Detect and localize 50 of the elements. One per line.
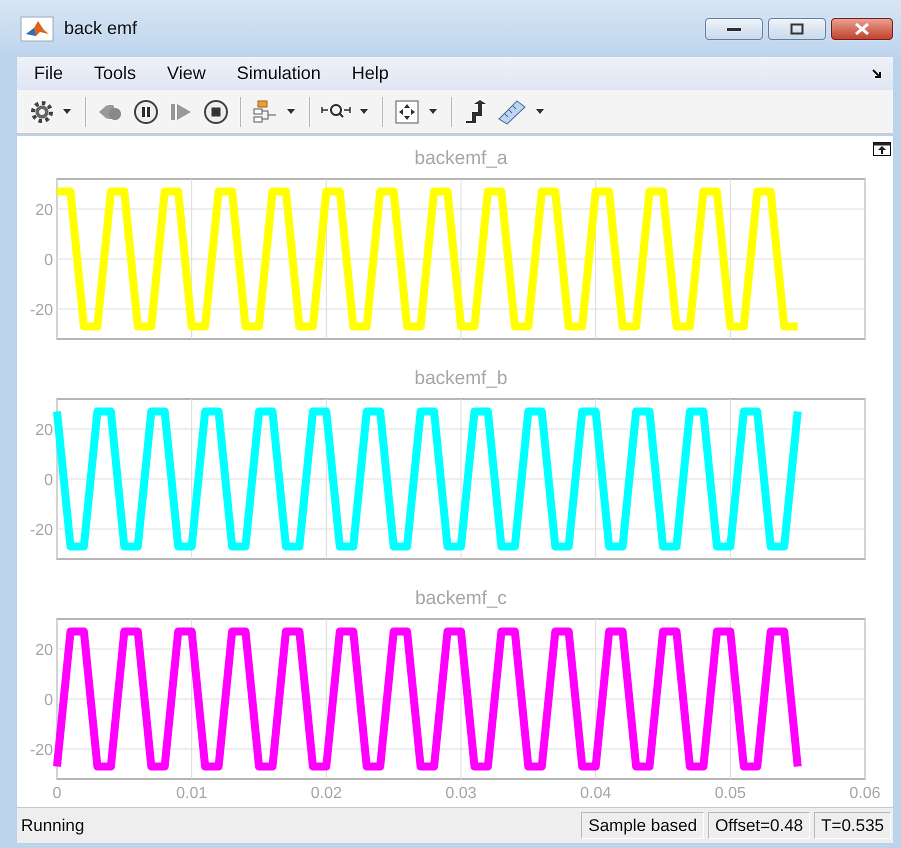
app-logo-icon xyxy=(20,16,54,42)
tick-label: 0.05 xyxy=(714,785,746,802)
tick-label: -20 xyxy=(30,742,53,759)
menu-item[interactable]: Help xyxy=(352,63,389,84)
tick-label: 0 xyxy=(44,252,53,269)
chart-title: backemf_c xyxy=(415,588,507,609)
stop-icon[interactable] xyxy=(203,98,229,124)
undock-icon[interactable] xyxy=(873,142,891,156)
tick-label: 20 xyxy=(35,202,53,219)
menu-item[interactable]: File xyxy=(34,63,64,84)
caret-icon[interactable] xyxy=(429,109,437,114)
status-field: Offset=0.48 xyxy=(708,812,810,839)
tick-label: 0 xyxy=(44,472,53,489)
tick-label: 20 xyxy=(35,642,53,659)
minimize-icon xyxy=(727,26,741,32)
tick-label: 0.04 xyxy=(580,785,612,802)
caret-icon[interactable] xyxy=(287,109,295,114)
restore-button[interactable] xyxy=(768,18,826,40)
tick-label: 0.02 xyxy=(310,785,342,802)
window-title: back emf xyxy=(64,18,138,39)
caret-icon[interactable] xyxy=(536,109,544,114)
status-field: Sample based xyxy=(581,812,704,839)
tick-label: 0 xyxy=(52,785,62,802)
status-text: Running xyxy=(21,816,86,836)
trigger-icon[interactable] xyxy=(463,98,487,124)
tick-label: -20 xyxy=(30,302,53,319)
tick-label: 0.01 xyxy=(176,785,208,802)
close-button[interactable] xyxy=(831,18,893,40)
tick-label: 0 xyxy=(44,692,53,709)
chart-title: backemf_b xyxy=(414,368,508,389)
caret-icon[interactable] xyxy=(63,109,71,114)
menu-item[interactable]: Tools xyxy=(94,63,136,84)
chart-title: backemf_a xyxy=(414,148,508,169)
ruler-icon[interactable] xyxy=(497,98,527,124)
minimize-button[interactable] xyxy=(705,18,763,40)
pause-icon[interactable] xyxy=(133,98,159,124)
menu-item[interactable]: View xyxy=(167,63,206,84)
caret-icon[interactable] xyxy=(360,109,368,114)
fit-to-view-icon[interactable] xyxy=(394,98,420,124)
tick-label: 20 xyxy=(35,422,53,439)
tick-label: -20 xyxy=(30,522,53,539)
block-diagram-icon[interactable] xyxy=(252,98,278,124)
close-icon xyxy=(854,22,870,34)
undock-icon[interactable] xyxy=(871,68,883,80)
maximize-icon xyxy=(790,22,804,34)
status-field: T=0.535 xyxy=(814,812,891,839)
menu-item[interactable]: Simulation xyxy=(236,63,321,84)
tick-label: 0.03 xyxy=(445,785,477,802)
tick-label: 0.06 xyxy=(849,785,881,802)
gear-icon[interactable] xyxy=(30,100,54,124)
